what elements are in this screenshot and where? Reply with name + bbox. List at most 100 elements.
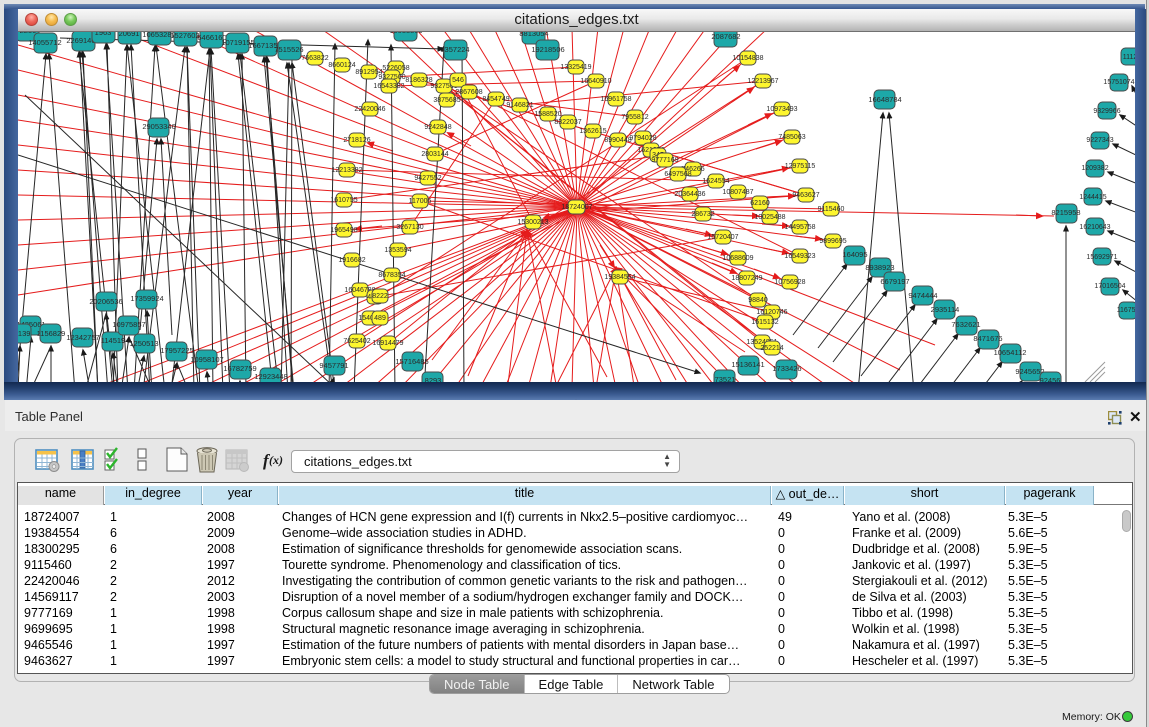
svg-text:6497568: 6497568 xyxy=(664,171,691,178)
svg-text:1209382: 1209382 xyxy=(1081,165,1108,172)
svg-text:252214: 252214 xyxy=(760,345,783,352)
svg-text:7663822: 7663822 xyxy=(301,55,328,62)
svg-text:1588520: 1588520 xyxy=(534,111,561,118)
svg-text:8186328: 8186328 xyxy=(405,77,432,84)
svg-text:1610755: 1610755 xyxy=(330,197,357,204)
svg-text:16782759: 16782759 xyxy=(223,364,256,373)
svg-text:10654112: 10654112 xyxy=(994,348,1027,357)
svg-text:1362615: 1362615 xyxy=(579,128,606,135)
svg-text:3875685: 3875685 xyxy=(433,97,460,104)
svg-text:16961758: 16961758 xyxy=(600,96,631,103)
svg-text:1244415: 1244415 xyxy=(1079,194,1106,201)
svg-text:8938923: 8938923 xyxy=(865,263,894,272)
svg-text:1624554: 1624554 xyxy=(702,178,729,185)
svg-text:1965498: 1965498 xyxy=(330,227,357,234)
svg-text:9329966: 9329966 xyxy=(1093,108,1120,115)
svg-text:12342757: 12342757 xyxy=(66,333,99,342)
svg-text:15300213: 15300213 xyxy=(517,219,548,226)
svg-text:16648784: 16648784 xyxy=(868,95,901,104)
svg-text:1156829: 1156829 xyxy=(37,329,66,338)
svg-text:9457791: 9457791 xyxy=(319,361,348,370)
svg-text:15136141: 15136141 xyxy=(731,360,764,369)
svg-text:2935114: 2935114 xyxy=(931,305,960,314)
svg-text:9227343: 9227343 xyxy=(1086,137,1113,144)
svg-text:8471676: 8471676 xyxy=(973,334,1002,343)
svg-text:9242848: 9242848 xyxy=(424,124,451,131)
svg-text:9463627: 9463627 xyxy=(792,192,819,199)
svg-text:13325419: 13325419 xyxy=(560,64,591,71)
svg-text:12213967: 12213967 xyxy=(747,78,778,85)
svg-text:9794028: 9794028 xyxy=(629,135,656,142)
svg-text:7485063: 7485063 xyxy=(778,134,805,141)
svg-text:1353594: 1353594 xyxy=(384,247,411,254)
svg-text:20206536: 20206536 xyxy=(89,297,122,306)
svg-text:9474444: 9474444 xyxy=(908,291,937,300)
svg-text:2867608: 2867608 xyxy=(455,89,482,96)
svg-text:2087682: 2087682 xyxy=(711,32,740,41)
svg-text:1733426: 1733426 xyxy=(772,364,801,373)
svg-text:164095: 164095 xyxy=(842,250,867,259)
svg-text:1615132: 1615132 xyxy=(751,319,778,326)
svg-text:1916682: 1916682 xyxy=(338,257,365,264)
svg-text:20691: 20691 xyxy=(119,32,140,38)
svg-text:3267130: 3267130 xyxy=(396,224,423,231)
svg-text:16640910: 16640910 xyxy=(580,78,611,85)
svg-text:546: 546 xyxy=(452,77,464,84)
svg-text:17016504: 17016504 xyxy=(1094,283,1125,290)
svg-text:1112: 1112 xyxy=(1123,54,1135,61)
svg-text:12923448: 12923448 xyxy=(254,372,287,381)
svg-text:20364436: 20364436 xyxy=(674,191,705,198)
svg-text:19218506: 19218506 xyxy=(531,45,564,54)
svg-text:(x): (x) xyxy=(269,453,283,467)
svg-text:10973493: 10973493 xyxy=(766,106,797,113)
svg-text:1250513: 1250513 xyxy=(129,339,158,348)
svg-text:7515526: 7515526 xyxy=(274,45,303,54)
svg-text:15720407: 15720407 xyxy=(707,234,738,241)
svg-text:286732: 286732 xyxy=(691,211,714,218)
svg-text:15751074: 15751074 xyxy=(1103,79,1134,86)
svg-text:8813054: 8813054 xyxy=(519,32,548,38)
svg-text:16914479: 16914479 xyxy=(372,340,403,347)
svg-text:22420046: 22420046 xyxy=(354,106,385,113)
svg-text:39139: 39139 xyxy=(18,329,30,338)
svg-text:1527602: 1527602 xyxy=(170,32,199,40)
svg-text:8222: 8222 xyxy=(372,293,388,300)
svg-text:73521: 73521 xyxy=(715,375,736,382)
svg-text:15716485: 15716485 xyxy=(395,357,428,366)
svg-text:16543382: 16543382 xyxy=(373,83,404,90)
svg-text:9146821: 9146821 xyxy=(506,102,533,109)
svg-text:7632621: 7632621 xyxy=(951,320,980,329)
svg-text:12975115: 12975115 xyxy=(785,163,816,170)
svg-text:29053346: 29053346 xyxy=(142,122,175,131)
svg-text:2803144: 2803144 xyxy=(421,151,448,158)
svg-text:16549323: 16549323 xyxy=(784,253,815,260)
svg-text:7357224: 7357224 xyxy=(440,45,469,54)
svg-text:489: 489 xyxy=(374,315,386,322)
svg-text:7625402: 7625402 xyxy=(343,338,370,345)
svg-text:10756928: 10756928 xyxy=(774,279,805,286)
svg-text:9427552: 9427552 xyxy=(414,175,441,182)
svg-text:2250: 2250 xyxy=(20,32,37,35)
svg-text:10807487: 10807487 xyxy=(722,189,753,196)
svg-text:8215958: 8215958 xyxy=(1051,208,1080,217)
svg-text:10688609: 10688609 xyxy=(722,255,753,262)
svg-text:9899695: 9899695 xyxy=(819,238,846,245)
svg-text:16210643: 16210643 xyxy=(1079,224,1110,231)
svg-text:2718126: 2718126 xyxy=(343,137,370,144)
svg-text:9777169: 9777169 xyxy=(651,157,678,164)
svg-text:98840: 98840 xyxy=(748,297,768,304)
svg-text:8660124: 8660124 xyxy=(328,62,355,69)
svg-text:62160: 62160 xyxy=(750,200,770,207)
svg-text:1963: 1963 xyxy=(95,32,112,37)
svg-text:8322037: 8322037 xyxy=(554,119,581,126)
svg-text:14055712: 14055712 xyxy=(28,38,61,47)
svg-text:8990448: 8990448 xyxy=(604,137,631,144)
svg-text:17957225: 17957225 xyxy=(160,346,193,355)
svg-text:17359924: 17359924 xyxy=(130,294,163,303)
svg-text:6679197: 6679197 xyxy=(880,277,909,286)
svg-text:10975857: 10975857 xyxy=(112,320,145,329)
svg-text:16033809: 16033809 xyxy=(389,32,422,35)
svg-text:18724007: 18724007 xyxy=(561,204,592,211)
svg-text:18807249: 18807249 xyxy=(731,275,762,282)
svg-text:15692971: 15692971 xyxy=(1086,254,1117,261)
